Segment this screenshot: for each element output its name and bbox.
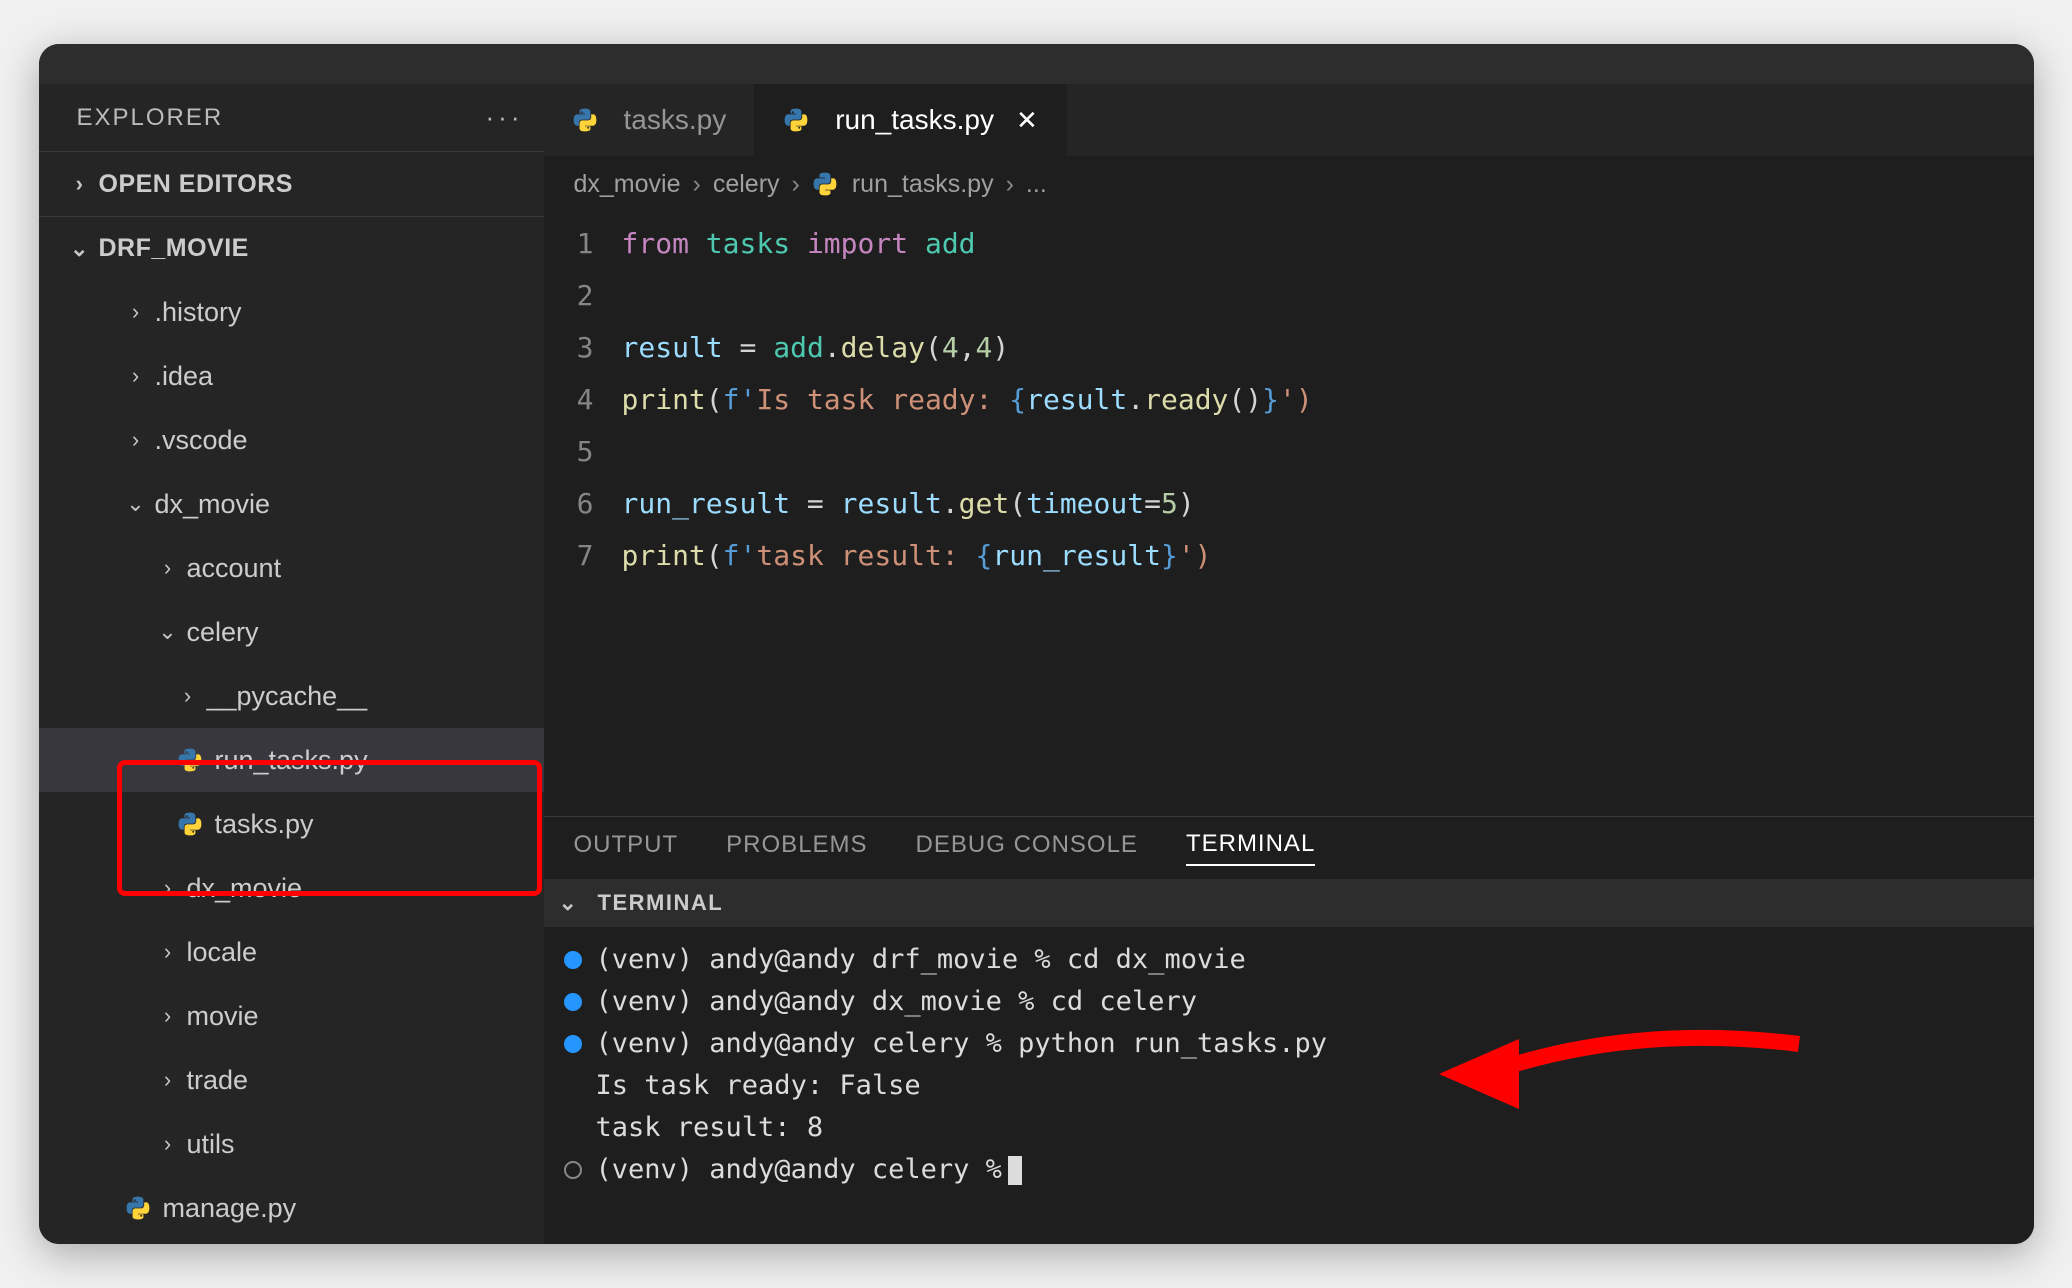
python-file-icon <box>812 171 840 197</box>
panel-tab-debug[interactable]: DEBUG CONSOLE <box>916 831 1138 865</box>
bottom-panel: OUTPUT PROBLEMS DEBUG CONSOLE TERMINAL ⌄… <box>544 816 2034 1244</box>
bullet-icon <box>564 993 582 1011</box>
tree-folder-pycache[interactable]: ›__pycache__ <box>39 664 544 728</box>
editor-tabs: tasks.py run_tasks.py ✕ <box>544 84 2034 156</box>
panel-tab-output[interactable]: OUTPUT <box>574 831 679 865</box>
window-titlebar <box>39 44 2034 84</box>
chevron-right-icon: › <box>1006 170 1014 199</box>
tree-folder-trade[interactable]: ›trade <box>39 1048 544 1112</box>
bullet-icon <box>564 1161 582 1179</box>
tree-folder-dx-movie[interactable]: ⌄dx_movie <box>39 472 544 536</box>
tree-folder-locale[interactable]: ›locale <box>39 920 544 984</box>
tree-folder-account[interactable]: ›account <box>39 536 544 600</box>
breadcrumb[interactable]: dx_movie › celery › run_tasks.py › ... <box>544 156 2034 212</box>
panel-tab-terminal[interactable]: TERMINAL <box>1186 830 1315 866</box>
tree-file-manage[interactable]: manage.py <box>39 1176 544 1240</box>
chevron-right-icon: › <box>693 170 701 199</box>
terminal-section-header[interactable]: ⌄ TERMINAL <box>544 879 2034 927</box>
close-tab-icon[interactable]: ✕ <box>1008 105 1038 136</box>
workspace-label: DRF_MOVIE <box>99 234 249 263</box>
panel-tab-problems[interactable]: PROBLEMS <box>726 831 867 865</box>
terminal-output[interactable]: (venv) andy@andy drf_movie % cd dx_movie… <box>544 927 2034 1244</box>
chevron-down-icon: ⌄ <box>558 890 580 916</box>
tree-folder-vscode[interactable]: ›.vscode <box>39 408 544 472</box>
tree-folder-celery[interactable]: ⌄celery <box>39 600 544 664</box>
annotation-highlight <box>117 760 542 896</box>
explorer-sidebar: EXPLORER ··· › OPEN EDITORS ⌄ DRF_MOVIE … <box>39 84 544 1244</box>
python-file-icon <box>572 107 600 133</box>
open-editors-section[interactable]: › OPEN EDITORS <box>39 152 544 216</box>
explorer-title: EXPLORER <box>77 104 224 132</box>
tree-folder-utils[interactable]: ›utils <box>39 1112 544 1176</box>
tree-folder-movie[interactable]: ›movie <box>39 984 544 1048</box>
workspace-section[interactable]: ⌄ DRF_MOVIE <box>39 216 544 280</box>
explorer-more-icon[interactable]: ··· <box>486 102 524 133</box>
terminal-cursor <box>1008 1156 1022 1185</box>
tree-folder-history[interactable]: ›.history <box>39 280 544 344</box>
python-file-icon <box>125 1195 153 1221</box>
code-editor[interactable]: 1from tasks import add 2 3result = add.d… <box>544 212 2034 816</box>
python-file-icon <box>783 107 811 133</box>
chevron-right-icon: › <box>792 170 800 199</box>
tab-tasks[interactable]: tasks.py <box>544 84 756 156</box>
bullet-icon <box>564 1035 582 1053</box>
bullet-icon <box>564 951 582 969</box>
tree-folder-idea[interactable]: ›.idea <box>39 344 544 408</box>
open-editors-label: OPEN EDITORS <box>99 170 293 199</box>
tab-run-tasks[interactable]: run_tasks.py ✕ <box>755 84 1067 156</box>
